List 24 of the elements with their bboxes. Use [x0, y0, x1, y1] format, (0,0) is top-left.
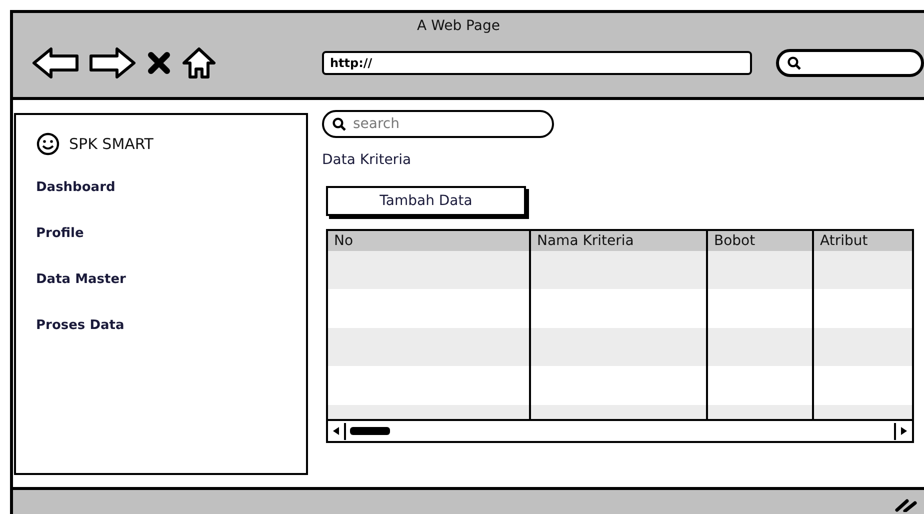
search-icon: [332, 117, 346, 131]
nav-link[interactable]: Dashboard: [36, 180, 116, 226]
search-icon: [786, 56, 801, 70]
column-header[interactable]: Nama Kriteria: [531, 231, 706, 251]
add-data-button[interactable]: Tambah Data: [326, 186, 526, 216]
scroll-thumb[interactable]: [350, 426, 390, 434]
close-icon[interactable]: [147, 51, 171, 75]
nav-link[interactable]: Data Master: [36, 272, 126, 318]
brand-name: SPK SMART: [69, 135, 154, 153]
home-icon[interactable]: [181, 46, 217, 80]
column-header[interactable]: Atribut: [814, 231, 912, 251]
column-header[interactable]: Bobot: [708, 231, 812, 251]
page-heading: Data Kriteria: [322, 152, 412, 168]
nav-link[interactable]: Proses Data: [36, 318, 124, 364]
address-field[interactable]: http://: [322, 51, 752, 75]
browser-search-field[interactable]: [776, 49, 924, 77]
nav-link[interactable]: Profile: [36, 226, 84, 272]
window-title: A Web Page: [417, 18, 500, 34]
back-arrow-icon[interactable]: [31, 46, 81, 80]
resize-grip-icon[interactable]: [893, 496, 917, 512]
search-field[interactable]: search: [322, 110, 554, 138]
forward-arrow-icon[interactable]: [87, 46, 137, 80]
smiley-icon: [36, 132, 60, 156]
column-header[interactable]: No: [328, 231, 529, 251]
